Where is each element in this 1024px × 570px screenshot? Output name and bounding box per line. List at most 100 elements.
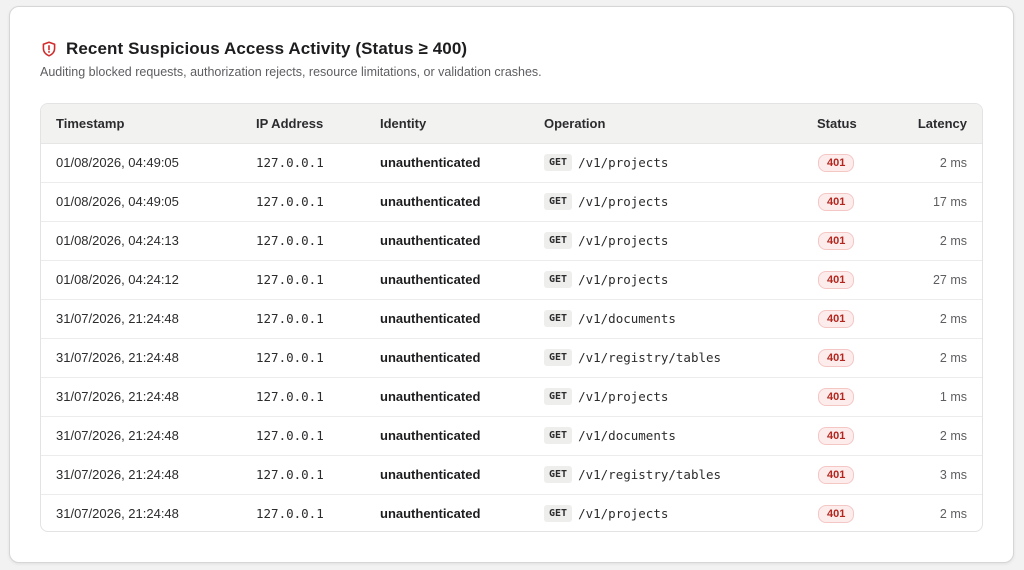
access-log-table-container: Timestamp IP Address Identity Operation … xyxy=(40,103,983,532)
suspicious-activity-card: Recent Suspicious Access Activity (Statu… xyxy=(9,6,1014,563)
table-row[interactable]: 01/08/2026, 04:49:05 127.0.0.1 unauthent… xyxy=(41,182,982,222)
page-subtitle: Auditing blocked requests, authorization… xyxy=(40,65,542,79)
table-row[interactable]: 31/07/2026, 21:24:48 127.0.0.1 unauthent… xyxy=(41,494,982,531)
column-header-timestamp[interactable]: Timestamp xyxy=(41,104,256,144)
ip-address-cell: 127.0.0.1 xyxy=(256,260,380,300)
ip-address-cell: 127.0.0.1 xyxy=(256,506,324,521)
http-method-badge: GET xyxy=(544,388,573,406)
http-method-badge: GET xyxy=(544,154,573,172)
ip-address-cell: 127.0.0.1 xyxy=(256,377,380,417)
http-method-badge: GET xyxy=(544,427,573,445)
request-path: /v1/registry/tables xyxy=(578,467,722,483)
timestamp-cell: 31/07/2026, 21:24:48 xyxy=(41,338,256,378)
status-badge: 401 xyxy=(818,153,855,172)
column-header-latency[interactable]: Latency xyxy=(909,104,982,144)
operation-cell: GET/v1/projects xyxy=(544,494,817,531)
timestamp-cell: 31/07/2026, 21:24:48 xyxy=(56,506,179,521)
http-method-badge: GET xyxy=(544,310,573,328)
identity-cell: unauthenticated xyxy=(380,221,544,261)
column-header-operation[interactable]: Operation xyxy=(544,104,817,144)
status-badge: 401 xyxy=(818,504,855,523)
table-header: Timestamp IP Address Identity Operation … xyxy=(41,104,982,144)
operation-cell: GET/v1/projects xyxy=(544,182,817,222)
access-log-table: Timestamp IP Address Identity Operation … xyxy=(41,104,982,531)
identity-cell: unauthenticated xyxy=(380,338,544,378)
table-row[interactable]: 31/07/2026, 21:24:48 127.0.0.1 unauthent… xyxy=(41,455,982,495)
status-badge: 401 xyxy=(818,192,855,211)
operation-cell: GET/v1/projects xyxy=(544,377,817,417)
latency-cell: 3 ms xyxy=(909,455,982,495)
operation-cell: GET/v1/documents xyxy=(544,416,817,456)
ip-address-cell: 127.0.0.1 xyxy=(256,455,380,495)
status-badge: 401 xyxy=(818,231,855,250)
operation-cell: GET/v1/registry/tables xyxy=(544,455,817,495)
timestamp-cell: 31/07/2026, 21:24:48 xyxy=(41,455,256,495)
request-path: /v1/documents xyxy=(578,311,676,327)
column-header-status[interactable]: Status xyxy=(817,104,909,144)
table-row[interactable]: 01/08/2026, 04:49:05 127.0.0.1 unauthent… xyxy=(41,143,982,183)
timestamp-cell: 01/08/2026, 04:49:05 xyxy=(41,182,256,222)
status-badge: 401 xyxy=(818,426,855,445)
status-badge: 401 xyxy=(818,270,855,289)
timestamp-cell: 01/08/2026, 04:24:13 xyxy=(41,221,256,261)
latency-cell: 17 ms xyxy=(909,182,982,222)
identity-cell: unauthenticated xyxy=(380,260,544,300)
request-path: /v1/projects xyxy=(578,155,669,171)
status-badge: 401 xyxy=(818,465,855,484)
identity-cell: unauthenticated xyxy=(380,506,481,521)
page-title: Recent Suspicious Access Activity (Statu… xyxy=(66,39,468,58)
request-path: /v1/projects xyxy=(578,272,669,288)
ip-address-cell: 127.0.0.1 xyxy=(256,221,380,261)
identity-cell: unauthenticated xyxy=(380,416,544,456)
ip-address-cell: 127.0.0.1 xyxy=(256,182,380,222)
http-method-badge: GET xyxy=(544,232,573,250)
status-cell: 401 xyxy=(817,182,909,222)
request-path: /v1/projects xyxy=(578,506,669,522)
identity-cell: unauthenticated xyxy=(380,455,544,495)
http-method-badge: GET xyxy=(544,466,573,484)
table-row[interactable]: 31/07/2026, 21:24:48 127.0.0.1 unauthent… xyxy=(41,338,982,378)
ip-address-cell: 127.0.0.1 xyxy=(256,299,380,339)
status-badge: 401 xyxy=(818,348,855,367)
column-header-ip-address[interactable]: IP Address xyxy=(256,104,380,144)
table-row[interactable]: 31/07/2026, 21:24:48 127.0.0.1 unauthent… xyxy=(41,416,982,456)
http-method-badge: GET xyxy=(544,349,573,367)
status-cell: 401 xyxy=(817,299,909,339)
http-method-badge: GET xyxy=(544,505,573,523)
request-path: /v1/registry/tables xyxy=(578,350,722,366)
latency-cell: 2 ms xyxy=(909,299,982,339)
table-row[interactable]: 31/07/2026, 21:24:48 127.0.0.1 unauthent… xyxy=(41,377,982,417)
latency-cell: 2 ms xyxy=(909,338,982,378)
timestamp-cell: 31/07/2026, 21:24:48 xyxy=(41,416,256,456)
latency-cell: 2 ms xyxy=(909,416,982,456)
status-cell: 401 xyxy=(817,338,909,378)
status-cell: 401 xyxy=(817,416,909,456)
ip-address-cell: 127.0.0.1 xyxy=(256,143,380,183)
identity-cell: unauthenticated xyxy=(380,182,544,222)
request-path: /v1/projects xyxy=(578,194,669,210)
latency-cell: 27 ms xyxy=(909,260,982,300)
table-row[interactable]: 01/08/2026, 04:24:13 127.0.0.1 unauthent… xyxy=(41,221,982,261)
ip-address-cell: 127.0.0.1 xyxy=(256,338,380,378)
ip-address-cell: 127.0.0.1 xyxy=(256,416,380,456)
operation-cell: GET/v1/projects xyxy=(544,260,817,300)
request-path: /v1/projects xyxy=(578,233,669,249)
latency-cell: 2 ms xyxy=(909,221,982,261)
http-method-badge: GET xyxy=(544,193,573,211)
status-badge: 401 xyxy=(818,387,855,406)
table-header-row: Timestamp IP Address Identity Operation … xyxy=(41,104,982,144)
column-header-identity[interactable]: Identity xyxy=(380,104,544,144)
operation-cell: GET/v1/registry/tables xyxy=(544,338,817,378)
table-body: 01/08/2026, 04:49:05 127.0.0.1 unauthent… xyxy=(41,143,982,531)
status-badge: 401 xyxy=(818,309,855,328)
latency-cell: 2 ms xyxy=(939,506,967,521)
status-cell: 401 xyxy=(817,377,909,417)
request-path: /v1/projects xyxy=(578,389,669,405)
table-row[interactable]: 31/07/2026, 21:24:48 127.0.0.1 unauthent… xyxy=(41,299,982,339)
identity-cell: unauthenticated xyxy=(380,299,544,339)
operation-cell: GET/v1/documents xyxy=(544,299,817,339)
http-method-badge: GET xyxy=(544,271,573,289)
timestamp-cell: 31/07/2026, 21:24:48 xyxy=(41,299,256,339)
table-row[interactable]: 01/08/2026, 04:24:12 127.0.0.1 unauthent… xyxy=(41,260,982,300)
status-cell: 401 xyxy=(817,143,909,183)
